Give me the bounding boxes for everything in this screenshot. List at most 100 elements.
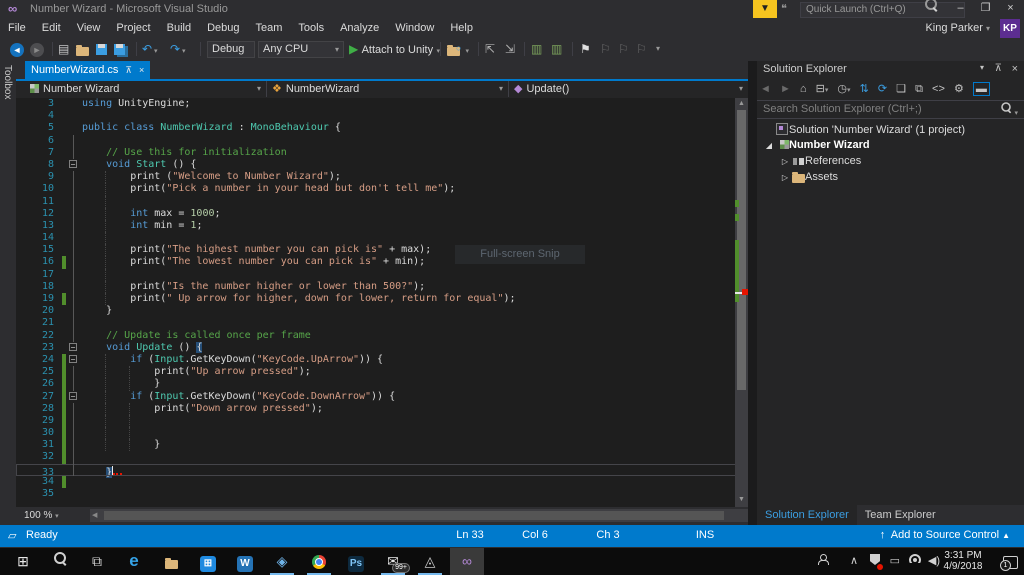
se-sync-icon[interactable]: ⇅ bbox=[860, 82, 869, 95]
menu-project[interactable]: Project bbox=[108, 19, 158, 37]
code-line-11[interactable]: 11 bbox=[16, 195, 748, 208]
add-to-source-control-button[interactable]: ↑ Add to Source Control ▲ bbox=[880, 529, 1010, 541]
fold-collapse-icon[interactable]: − bbox=[69, 160, 77, 169]
redo-icon[interactable]: ↷ ▾ bbox=[170, 41, 186, 57]
tab-close-icon[interactable]: × bbox=[139, 65, 144, 75]
start-button[interactable]: ⊞ bbox=[6, 548, 40, 575]
se-forward-icon[interactable]: ► bbox=[780, 83, 791, 95]
menu-view[interactable]: View bbox=[69, 19, 109, 37]
menu-debug[interactable]: Debug bbox=[199, 19, 247, 37]
restore-button[interactable]: ❐ bbox=[973, 0, 998, 18]
attach-to-unity-button[interactable]: ▶ Attach to Unity ▾ bbox=[349, 41, 440, 57]
menu-window[interactable]: Window bbox=[387, 19, 442, 37]
code-line-15[interactable]: 15 print("The highest number you can pic… bbox=[16, 244, 748, 257]
se-collapse-all-icon[interactable]: ❏ bbox=[896, 82, 906, 95]
menu-tools[interactable]: Tools bbox=[290, 19, 332, 37]
code-line-7[interactable]: 7 // Use this for initialization bbox=[16, 146, 748, 159]
project-dropdown[interactable]: Number Wizard ▾ bbox=[25, 81, 267, 97]
battery-icon[interactable]: ▭ bbox=[890, 554, 900, 567]
solution-search[interactable]: Search Solution Explorer (Ctrl+;) ▾ bbox=[757, 101, 1024, 119]
feedback-icon[interactable]: ❝ bbox=[781, 2, 787, 15]
fold-collapse-icon[interactable]: − bbox=[69, 355, 77, 364]
code-line-8[interactable]: 8− void Start () { bbox=[16, 159, 748, 171]
fold-collapse-icon[interactable]: − bbox=[69, 343, 77, 352]
tree-item-number-wizard[interactable]: ◢ Number Wizard bbox=[757, 137, 1024, 153]
se-home-icon[interactable]: ⌂ bbox=[800, 83, 807, 95]
code-line-33[interactable]: 33 } bbox=[16, 463, 748, 478]
member-dropdown[interactable]: ◆ Update() ▾ bbox=[509, 81, 748, 97]
code-line-9[interactable]: 9 print ("Welcome to Number Wizard"); bbox=[16, 171, 748, 184]
code-line-21[interactable]: 21 bbox=[16, 317, 748, 330]
code-line-10[interactable]: 10 print("Pick a number in your head but… bbox=[16, 183, 748, 196]
code-line-28[interactable]: 28 print("Down arrow pressed"); bbox=[16, 402, 748, 415]
user-name[interactable]: King Parker ▾ bbox=[925, 22, 990, 34]
quick-launch-search-icon[interactable] bbox=[925, 0, 937, 10]
se-refresh-icon[interactable]: ⟳ bbox=[878, 82, 887, 95]
panel-pin-icon[interactable]: ⊼ bbox=[995, 63, 1002, 74]
mail-icon[interactable]: ✉ 99+ bbox=[376, 548, 410, 575]
indent-increase-icon[interactable]: ▥ bbox=[551, 41, 562, 57]
scroll-up-icon[interactable]: ▲ bbox=[735, 100, 748, 107]
w-app-icon[interactable]: W bbox=[228, 548, 262, 575]
close-button[interactable]: × bbox=[998, 0, 1023, 18]
code-line-5[interactable]: 5 public class NumberWizard : MonoBehavio… bbox=[16, 122, 748, 134]
horizontal-scrollbar[interactable]: ◀ bbox=[90, 509, 748, 522]
tree-item-references[interactable]: ▷ References bbox=[757, 153, 1024, 169]
chrome-icon[interactable] bbox=[302, 548, 336, 575]
tree-item-solution-number-wizard-1-project-[interactable]: Solution 'Number Wizard' (1 project) bbox=[757, 121, 1024, 137]
code-line-14[interactable]: 14 bbox=[16, 232, 748, 245]
panel-separator[interactable] bbox=[748, 61, 757, 525]
platform-combo[interactable]: Any CPU ▾ bbox=[258, 41, 344, 58]
type-dropdown[interactable]: ❖ NumberWizard ▾ bbox=[267, 81, 509, 97]
clear-bookmarks-icon[interactable]: ⚐ bbox=[636, 41, 647, 57]
menu-edit[interactable]: Edit bbox=[34, 19, 69, 37]
navigate-back-icon[interactable]: ◄ bbox=[10, 41, 24, 57]
open-file-icon[interactable] bbox=[76, 41, 89, 57]
task-view-icon[interactable]: ⧉ bbox=[80, 548, 114, 575]
wifi-icon[interactable] bbox=[909, 554, 921, 566]
tree-item-assets[interactable]: ▷ Assets bbox=[757, 169, 1024, 185]
scroll-down-icon[interactable]: ▼ bbox=[735, 496, 748, 503]
navigate-forward-icon[interactable]: ► bbox=[30, 41, 44, 57]
undo-icon[interactable]: ↶ ▾ bbox=[142, 41, 158, 57]
file-explorer-icon[interactable] bbox=[154, 548, 188, 575]
quick-launch-input[interactable]: Quick Launch (Ctrl+Q) bbox=[800, 2, 965, 18]
code-line-13[interactable]: 13 int min = 1; bbox=[16, 219, 748, 233]
code-line-29[interactable]: 29 bbox=[16, 414, 748, 428]
code-line-18[interactable]: 18 print("Is the number higher or lower … bbox=[16, 280, 748, 294]
menu-team[interactable]: Team bbox=[248, 19, 291, 37]
navigate-backward-doc-icon[interactable]: ⇱ bbox=[485, 41, 495, 57]
cube-app-icon[interactable]: ◈ bbox=[265, 548, 299, 575]
bottom-tab-solution-explorer[interactable]: Solution Explorer bbox=[757, 505, 857, 525]
pin-icon[interactable]: ⊼ bbox=[125, 65, 132, 75]
se-copy-icon[interactable]: ⧉ bbox=[915, 83, 923, 96]
visual-studio-icon[interactable]: ∞ bbox=[450, 548, 484, 575]
bookmark-icon[interactable]: ⚑ bbox=[580, 41, 591, 57]
code-line-25[interactable]: 25 print("Up arrow pressed"); bbox=[16, 366, 748, 379]
panel-close-icon[interactable]: × bbox=[1012, 63, 1018, 75]
new-file-icon[interactable]: ▤ bbox=[58, 41, 69, 57]
photoshop-icon[interactable]: Ps bbox=[339, 548, 373, 575]
minimize-button[interactable]: – bbox=[948, 0, 973, 18]
indent-decrease-icon[interactable]: ▥ bbox=[531, 41, 542, 57]
vertical-scrollbar[interactable]: ▲ ▼ bbox=[735, 98, 748, 507]
se-switch-views-icon[interactable]: ⊟▾ bbox=[816, 82, 829, 95]
action-center-icon[interactable]: 1 bbox=[1000, 556, 1018, 572]
code-line-20[interactable]: 20 } bbox=[16, 305, 748, 318]
defender-shield-icon[interactable] bbox=[870, 554, 883, 570]
se-back-icon[interactable]: ◄ bbox=[760, 83, 771, 95]
tab-numberwizard[interactable]: NumberWizard.cs ⊼ × bbox=[25, 61, 151, 79]
code-line-35[interactable]: 35 bbox=[16, 488, 748, 500]
find-in-files-icon[interactable]: ○ ▾ bbox=[447, 41, 469, 57]
code-line-31[interactable]: 31 } bbox=[16, 439, 748, 452]
taskbar-clock[interactable]: 3:31 PM 4/9/2018 bbox=[932, 550, 994, 572]
menu-build[interactable]: Build bbox=[159, 19, 199, 37]
filter-flag-button[interactable]: ▼ bbox=[753, 0, 777, 18]
se-preview-selected-icon[interactable]: ▬ bbox=[972, 82, 990, 96]
code-line-17[interactable]: 17 bbox=[16, 268, 748, 281]
code-line-19[interactable]: 19 print(" Up arrow for higher, down for… bbox=[16, 293, 748, 306]
store-icon[interactable]: ⊞ bbox=[191, 548, 225, 575]
code-line-23[interactable]: 23− void Update () { bbox=[16, 341, 748, 354]
code-line-3[interactable]: 3 using UnityEngine; bbox=[16, 98, 748, 110]
zoom-selector[interactable]: 100 % ▾ bbox=[18, 508, 84, 523]
